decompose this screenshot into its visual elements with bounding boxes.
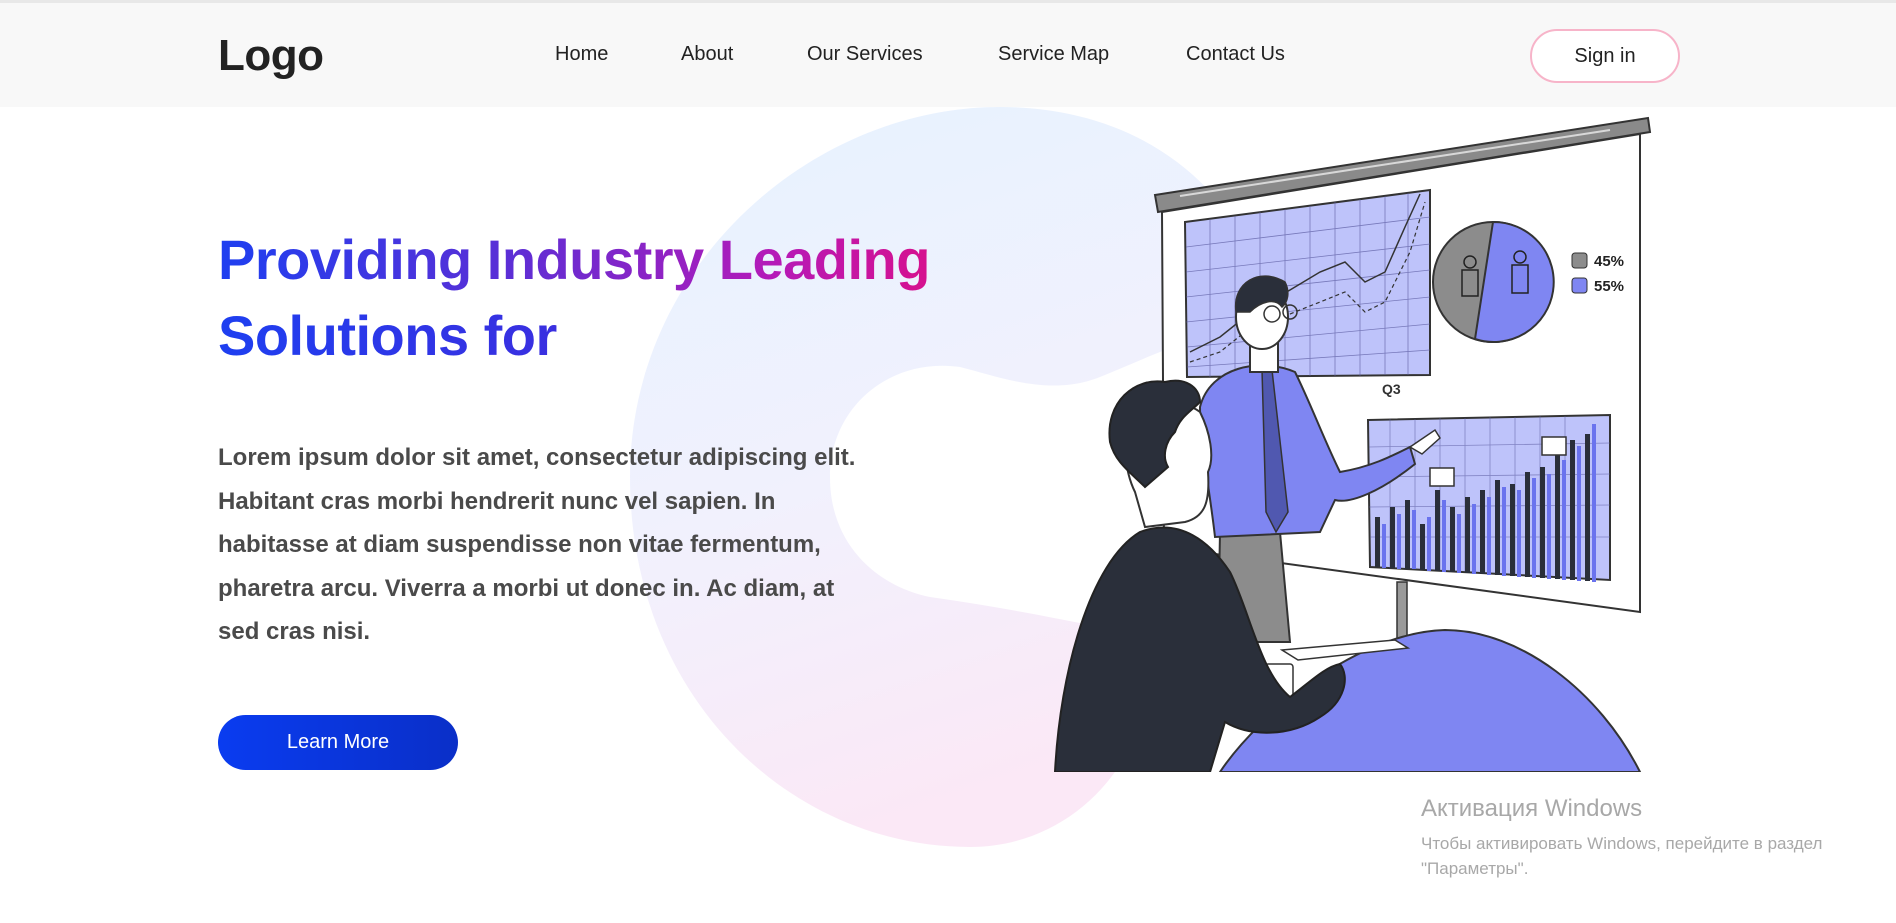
nav-contact-us[interactable]: Contact Us bbox=[1186, 43, 1285, 66]
grid-line-chart bbox=[1183, 188, 1431, 379]
nav-about[interactable]: About bbox=[681, 43, 733, 66]
pie-label-55: 55% bbox=[1594, 278, 1624, 295]
nav-home[interactable]: Home bbox=[555, 43, 608, 66]
watermark-subtitle-line1: Чтобы активировать Windows, перейдите в … bbox=[1421, 834, 1823, 853]
watermark-title: Активация Windows bbox=[1421, 795, 1643, 822]
business-presentation-illustration: 45% 55% Q3 bbox=[1053, 116, 1652, 772]
hero-title-line2: Solutions for bbox=[218, 304, 557, 367]
hero-description: Lorem ipsum dolor sit amet, consectetur … bbox=[218, 444, 856, 645]
watermark-subtitle-line2: "Параметры". bbox=[1421, 859, 1529, 878]
screen-stand bbox=[1396, 581, 1408, 643]
hero-title-line1: Providing Industry Leading bbox=[218, 228, 930, 291]
sign-in-button[interactable]: Sign in bbox=[1530, 29, 1680, 83]
pie-label-45: 45% bbox=[1594, 253, 1624, 270]
nav-service-map[interactable]: Service Map bbox=[998, 43, 1109, 66]
site-logo[interactable]: Logo bbox=[218, 31, 324, 81]
bar-chart bbox=[1366, 413, 1611, 582]
windows-activation-watermark: Активация Windows Чтобы активировать Win… bbox=[1421, 795, 1822, 881]
learn-more-button[interactable]: Learn More bbox=[218, 715, 458, 770]
q3-label: Q3 bbox=[1382, 381, 1401, 397]
navbar: Logo Home About Our Services Service Map… bbox=[0, 3, 1896, 107]
hero-title: Providing Industry Leading Solutions for bbox=[218, 222, 978, 374]
nav-our-services[interactable]: Our Services bbox=[807, 43, 923, 66]
